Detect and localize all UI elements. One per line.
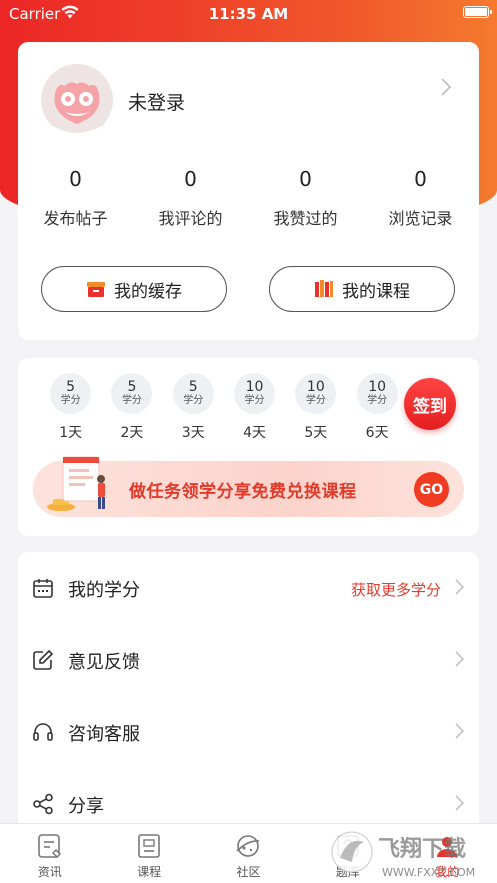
banner-go-button[interactable]: GO <box>414 472 449 507</box>
stat-comments[interactable]: 0 我评论的 <box>133 167 248 229</box>
cache-box-icon <box>86 279 106 299</box>
stat-value: 0 <box>69 167 82 191</box>
chevron-right-icon <box>455 795 464 811</box>
checkin-days: 5 学分 1天 5 学分 2天 5 学分 3天 10 学分 4天 10 学分 5… <box>40 373 408 442</box>
profile-icon <box>433 832 461 860</box>
status-time: 11:35 AM <box>208 5 289 23</box>
edit-icon <box>32 649 54 671</box>
tab-community[interactable]: 社区 <box>199 824 298 883</box>
tab-news[interactable]: 资讯 <box>0 824 99 883</box>
battery-icon <box>463 6 492 18</box>
avatar[interactable] <box>41 64 113 136</box>
day-points-unit: 学分 <box>305 395 326 406</box>
day-label: 1天 <box>59 425 83 441</box>
status-bar: Carrier 11:35 AM <box>0 0 497 26</box>
day-points-unit: 学分 <box>183 395 204 406</box>
stat-likes[interactable]: 0 我赞过的 <box>248 167 363 229</box>
day-points: 5 <box>127 379 137 395</box>
day-points-unit: 学分 <box>60 395 81 406</box>
sign-in-button[interactable]: 签到 <box>404 378 456 430</box>
tab-label: 资讯 <box>37 865 62 879</box>
points-coin: 5 学分 <box>111 373 153 414</box>
question-bank-icon <box>334 832 362 860</box>
chevron-right-icon <box>455 579 464 595</box>
checkin-day: 10 学分 5天 <box>285 373 346 442</box>
tab-courses[interactable]: 课程 <box>99 824 198 883</box>
day-points: 5 <box>66 379 76 395</box>
task-illustration-icon <box>43 453 113 519</box>
menu-item-label: 咨询客服 <box>68 724 140 745</box>
checkin-card: 5 学分 1天 5 学分 2天 5 学分 3天 10 学分 4天 10 学分 5… <box>18 358 479 536</box>
day-label: 2天 <box>120 425 144 441</box>
menu-item-label: 我的学分 <box>68 580 140 601</box>
menu-item-label: 意见反馈 <box>68 652 140 673</box>
stat-label: 我评论的 <box>158 209 223 228</box>
username-label[interactable]: 未登录 <box>128 88 185 115</box>
checkin-day: 5 学分 1天 <box>40 373 101 442</box>
stat-posts[interactable]: 0 发布帖子 <box>18 167 133 229</box>
my-cache-button[interactable]: 我的缓存 <box>41 266 227 312</box>
get-more-points-link[interactable]: 获取更多学分 <box>351 579 441 600</box>
menu-item-customer-service[interactable]: 咨询客服 <box>18 702 479 762</box>
stat-label: 我赞过的 <box>273 209 338 228</box>
points-coin: 10 学分 <box>234 373 276 414</box>
points-coin: 10 学分 <box>356 373 398 414</box>
points-coin: 5 学分 <box>50 373 92 414</box>
my-courses-button[interactable]: 我的课程 <box>269 266 455 312</box>
stat-label: 发布帖子 <box>43 209 108 228</box>
day-points: 5 <box>188 379 198 395</box>
news-icon <box>36 832 64 860</box>
banner-text: 做任务领学分享免费兑换课程 <box>129 482 357 502</box>
chevron-right-icon <box>455 651 464 667</box>
bottom-tab-bar: 资讯 课程 社区 题库 我的 <box>0 823 497 883</box>
tab-label: 课程 <box>137 865 162 879</box>
menu-item-feedback[interactable]: 意见反馈 <box>18 630 479 690</box>
stat-value: 0 <box>184 167 197 191</box>
menu-card: 我的学分 获取更多学分 意见反馈 咨询客服 分享 <box>18 552 479 842</box>
stat-value: 0 <box>414 167 427 191</box>
points-coin: 5 学分 <box>172 373 214 414</box>
course-icon <box>135 832 163 860</box>
stat-history[interactable]: 0 浏览记录 <box>363 167 478 229</box>
share-icon <box>32 793 54 815</box>
headset-icon <box>32 721 54 743</box>
tab-label: 社区 <box>236 865 261 879</box>
chevron-right-icon <box>455 723 464 739</box>
day-label: 4天 <box>243 425 266 441</box>
checkin-day: 10 学分 4天 <box>224 373 285 442</box>
points-coin: 10 学分 <box>295 373 337 414</box>
tab-label: 题库 <box>335 865 360 879</box>
day-points-unit: 学分 <box>244 395 265 406</box>
stats-row: 0 发布帖子 0 我评论的 0 我赞过的 0 浏览记录 <box>18 167 479 229</box>
tab-question-bank[interactable]: 题库 <box>298 824 397 883</box>
day-label: 5天 <box>304 425 328 441</box>
day-points: 10 <box>306 379 325 395</box>
chevron-right-icon[interactable] <box>441 78 451 96</box>
checkin-day: 10 学分 6天 <box>346 373 407 442</box>
tab-profile[interactable]: 我的 <box>398 824 497 883</box>
profile-card: 未登录 0 发布帖子 0 我评论的 0 我赞过的 0 浏览记录 我的缓存 我的课… <box>18 42 479 340</box>
day-label: 3天 <box>181 425 205 441</box>
day-points-unit: 学分 <box>367 395 388 406</box>
calendar-icon <box>32 577 54 599</box>
menu-item-my-points[interactable]: 我的学分 获取更多学分 <box>18 558 479 618</box>
books-icon <box>314 279 334 299</box>
my-cache-label: 我的缓存 <box>114 281 182 302</box>
stat-value: 0 <box>299 167 312 191</box>
checkin-day: 5 学分 3天 <box>163 373 224 442</box>
checkin-day: 5 学分 2天 <box>101 373 162 442</box>
tab-label: 我的 <box>435 865 460 879</box>
day-points: 10 <box>245 379 264 395</box>
day-points-unit: 学分 <box>121 395 142 406</box>
my-courses-label: 我的课程 <box>342 281 410 302</box>
menu-item-label: 分享 <box>68 796 104 817</box>
task-banner[interactable]: 做任务领学分享免费兑换课程 GO <box>33 456 464 517</box>
stat-label: 浏览记录 <box>388 209 453 228</box>
day-label: 6天 <box>365 425 389 441</box>
community-icon <box>234 832 262 860</box>
day-points: 10 <box>368 379 387 395</box>
